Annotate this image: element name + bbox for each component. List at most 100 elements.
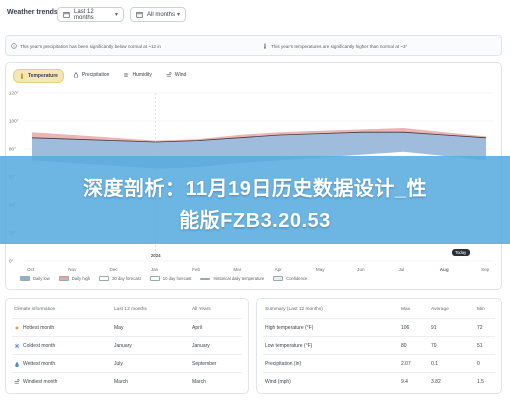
cell-value: 9.4 xyxy=(401,378,408,385)
row-label: Windiest month xyxy=(23,378,58,385)
tab-label: Temperature xyxy=(28,73,58,79)
legend-swatch xyxy=(58,276,69,281)
overlay-banner: 深度剖析：11月19日历史数据设计_性 能版FZB3.20.53 xyxy=(0,156,510,244)
table-row: Hottest month May April xyxy=(12,319,242,337)
y-tick-label: 0° xyxy=(9,259,14,264)
summary-table: Summary (Last 12 months) Max Average Min… xyxy=(256,298,502,394)
y-tick-label: 100° xyxy=(9,119,19,124)
column-header: Max xyxy=(401,307,411,312)
column-header: Min xyxy=(477,307,485,312)
x-tick-label: Sep xyxy=(481,267,490,272)
chevron-down-icon: ▾ xyxy=(115,12,119,18)
cell-value: 0.1 xyxy=(431,360,438,367)
insights-strip: This year's precipitation has been signi… xyxy=(5,35,502,56)
cell-value: 72 xyxy=(477,324,483,331)
legend-label: Daily low xyxy=(33,276,50,281)
months-dropdown-label: All months xyxy=(147,11,176,18)
calendar-icon xyxy=(63,12,70,18)
legend-daily-low[interactable]: Daily low xyxy=(20,276,50,281)
year-marker-label: 2024 xyxy=(151,253,161,258)
precip-insight: This year's precipitation has been signi… xyxy=(11,43,161,49)
row-label: Hottest month xyxy=(23,324,55,331)
x-tick-label: Feb xyxy=(192,267,200,272)
cell-value: January xyxy=(114,342,132,349)
table-header: Climate information Last 12 months All Y… xyxy=(12,301,242,319)
row-label: Wettest month xyxy=(23,360,56,367)
cell-value: January xyxy=(192,342,210,349)
cell-value: May xyxy=(114,324,124,331)
x-tick-label: Dec xyxy=(110,267,119,272)
legend-daily-high[interactable]: Daily high xyxy=(58,276,91,281)
legend-10-day[interactable]: 10 day forecast xyxy=(149,276,192,281)
legend-swatch xyxy=(200,277,211,280)
cell-value: 51 xyxy=(477,342,483,349)
x-tick-label: Apr xyxy=(275,267,283,272)
droplet-icon xyxy=(15,361,19,367)
legend-label: 10 day forecast xyxy=(162,276,192,281)
y-tick-label: 80° xyxy=(9,147,16,152)
cell-value: July xyxy=(114,360,123,367)
cell-value: 80 xyxy=(401,342,407,349)
row-label: Coldest month xyxy=(23,342,56,349)
table-row: Coldest month January January xyxy=(12,337,242,355)
x-tick-label: Mar xyxy=(233,267,241,272)
droplet-icon xyxy=(73,72,79,78)
legend-label: Confidence xyxy=(286,276,308,281)
range-dropdown-label: Last 12 months xyxy=(74,8,94,21)
today-label: Today xyxy=(455,250,467,255)
legend-swatch xyxy=(20,276,30,281)
info-icon xyxy=(11,43,17,49)
table-row: Windiest month March March xyxy=(12,373,242,390)
wind-icon xyxy=(166,72,172,77)
x-tick-label: Oct xyxy=(27,267,35,272)
wind-icon xyxy=(14,378,20,383)
row-label: Wind (mph) xyxy=(265,378,291,385)
legend-label: Daily high xyxy=(71,276,91,281)
tab-label: Wind xyxy=(174,72,187,78)
y-tick-label: 120° xyxy=(9,91,19,96)
table-row: Wind (mph) 9.4 3.82 1.5 xyxy=(263,373,495,390)
precip-insight-text: This year's precipitation has been signi… xyxy=(20,43,161,49)
legend-swatch xyxy=(99,276,110,281)
table-row: High temperature (°F) 106 91 72 xyxy=(263,319,495,337)
legend-historical[interactable]: Historical daily temperature xyxy=(200,276,264,281)
table-row: Low temperature (°F) 80 70 51 xyxy=(263,337,495,355)
cell-value: 106 xyxy=(401,324,410,331)
row-label: Precipitation (in) xyxy=(265,360,302,367)
tab-humidity[interactable]: Humidity xyxy=(118,69,156,81)
weather-app: Weather trends Last 12 months ▾ All mont… xyxy=(0,0,510,400)
sun-icon xyxy=(15,326,19,329)
snowflake-icon xyxy=(14,343,20,348)
chart-legend: Daily low Daily high 30 day forecast 10 … xyxy=(20,276,307,281)
cell-value: 91 xyxy=(431,324,437,331)
x-tick-label: Jul xyxy=(398,267,404,272)
months-dropdown[interactable]: All months ▾ xyxy=(130,7,186,22)
calendar-icon xyxy=(136,12,143,18)
column-header: Summary (Last 12 months) xyxy=(265,307,323,312)
temp-insight-text: This year's temperatures are significant… xyxy=(271,43,408,49)
cell-value: March xyxy=(192,378,206,385)
x-tick-label: Jun xyxy=(357,267,365,272)
cell-value: April xyxy=(192,324,203,331)
column-header: All Years xyxy=(192,307,211,312)
cell-value: 2.07 xyxy=(401,360,411,367)
top-bar: Weather trends Last 12 months ▾ All mont… xyxy=(0,0,510,30)
legend-30-day[interactable]: 30 day forecast xyxy=(99,276,141,281)
column-header: Climate information xyxy=(14,307,56,312)
tab-wind[interactable]: Wind xyxy=(161,69,191,81)
column-header: Last 12 months xyxy=(114,307,147,312)
tab-precipitation[interactable]: Precipitation xyxy=(68,69,115,81)
thermometer-icon xyxy=(264,43,266,49)
range-dropdown[interactable]: Last 12 months ▾ xyxy=(57,7,124,22)
humidity-icon xyxy=(124,73,129,77)
app-title: Weather trends xyxy=(7,9,58,16)
chevron-down-icon: ▾ xyxy=(176,12,180,18)
x-tick-label: Aug xyxy=(440,267,449,272)
table-row: Precipitation (in) 2.07 0.1 0 xyxy=(263,355,495,373)
legend-swatch xyxy=(273,276,284,281)
tab-label: Precipitation xyxy=(81,72,110,78)
tab-label: Humidity xyxy=(132,72,152,78)
x-tick-label: May xyxy=(316,267,325,272)
legend-confidence[interactable]: Confidence xyxy=(273,276,307,281)
banner-title-line-1: 深度剖析：11月19日历史数据设计_性 xyxy=(82,178,427,200)
